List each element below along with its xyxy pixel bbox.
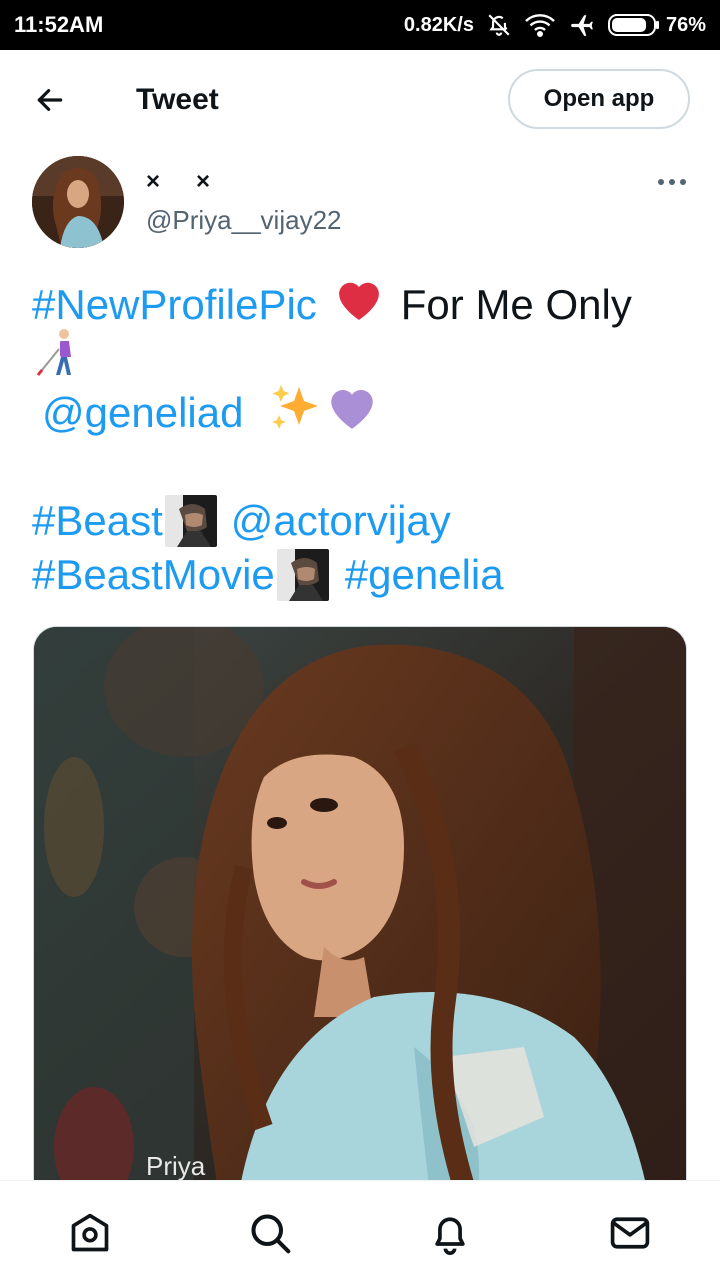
battery-icon: 76% xyxy=(607,13,706,37)
tweet-line-2 xyxy=(32,328,692,386)
beastmovie-hashflag-icon xyxy=(276,549,329,601)
airplane-icon xyxy=(568,12,596,38)
mention-geneliad[interactable]: @geneliad xyxy=(42,386,243,440)
tweet-line-4: #Beast @actorvijay xyxy=(32,494,692,548)
page-title: Tweet xyxy=(136,83,219,116)
hashtag-beastmovie[interactable]: #BeastMovie xyxy=(32,548,275,602)
avatar[interactable] xyxy=(32,156,124,248)
purple-heart-icon xyxy=(325,383,379,444)
tweet-line-5: #BeastMovie #genelia xyxy=(32,548,692,602)
display-name[interactable]: ×× xyxy=(146,168,246,196)
status-bar: 11:52AM 0.82K/s 76% xyxy=(0,0,720,50)
hashtag-newprofilepic[interactable]: #NewProfilePic xyxy=(32,278,317,332)
home-icon[interactable] xyxy=(66,1209,114,1257)
tweet-text-for-me-only: For Me Only xyxy=(400,281,632,328)
red-heart-icon xyxy=(333,276,385,335)
tweet-line-3: @geneliad xyxy=(32,384,692,440)
header: Tweet Open app xyxy=(0,50,720,148)
mention-actorvijay[interactable]: @actorvijay xyxy=(231,494,451,548)
notifications-icon[interactable] xyxy=(426,1209,474,1257)
tweet-line-1: #NewProfilePic For Me Only xyxy=(32,278,692,332)
back-arrow-icon[interactable] xyxy=(30,80,70,120)
hashtag-genelia[interactable]: #genelia xyxy=(345,548,504,602)
wifi-icon xyxy=(524,12,556,38)
status-icons: 0.82K/s 76% xyxy=(404,12,706,38)
user-handle[interactable]: @Priya__vijay22 xyxy=(146,204,341,236)
status-time: 11:52AM xyxy=(14,12,104,37)
network-speed: 0.82K/s xyxy=(403,13,474,36)
tweet-text: #NewProfilePic For Me Only @geneliad #Be… xyxy=(32,278,692,602)
open-app-button[interactable]: Open app xyxy=(508,69,690,129)
photo-illustration xyxy=(34,627,686,1225)
battery-level: 76% xyxy=(665,13,706,36)
photo-watermark: Priya xyxy=(146,1151,206,1181)
person-with-cane-icon xyxy=(32,327,82,392)
search-icon[interactable] xyxy=(246,1209,294,1257)
sparkles-icon xyxy=(269,381,321,446)
messages-icon[interactable] xyxy=(606,1209,654,1257)
bottom-navigation xyxy=(0,1180,720,1280)
hashtag-beast[interactable]: #Beast xyxy=(32,494,163,548)
mute-bell-icon xyxy=(486,12,512,38)
beast-hashflag-icon xyxy=(164,495,217,547)
more-options-icon[interactable] xyxy=(652,170,692,194)
tweet-photo[interactable]: Priya xyxy=(33,626,687,1226)
